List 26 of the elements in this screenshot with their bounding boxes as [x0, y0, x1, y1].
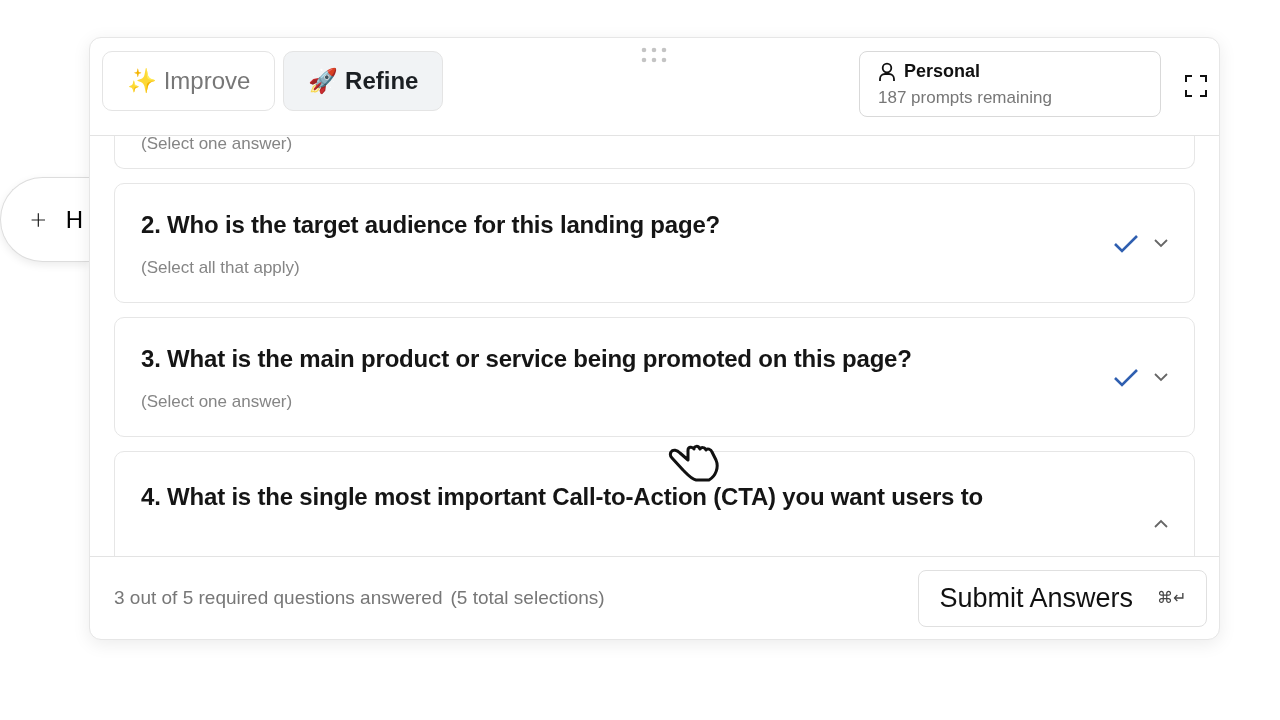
- user-icon: [878, 61, 896, 82]
- question-card[interactable]: 2. Who is the target audience for this landing page? (Select all that apply): [114, 183, 1195, 303]
- question-hint: (Select all that apply): [141, 256, 301, 279]
- chevron-icon[interactable]: [1154, 239, 1168, 248]
- question-title: 4. What is the single most important Call-to-Action (CTA) you want users to: [141, 482, 983, 512]
- question-hint: (Select one answer): [141, 136, 293, 156]
- question-title: 2. Who is the target audience for this landing page?: [141, 209, 720, 240]
- chevron-icon[interactable]: [1154, 519, 1168, 528]
- shortcut-hint: ⌘↵: [1157, 588, 1186, 608]
- question-card[interactable]: (Select one answer): [114, 136, 1195, 169]
- progress-text: 3 out of 5 required questions answered: [114, 585, 443, 610]
- prompts-remaining: 187 prompts remaining: [878, 87, 1053, 109]
- add-button[interactable]: H: [0, 177, 89, 262]
- account-button[interactable]: Personal 187 prompts remaining: [859, 51, 1161, 117]
- account-name: Personal: [904, 60, 981, 83]
- question-title: 3. What is the main product or service being promoted on this page?: [141, 343, 912, 374]
- mode-tab[interactable]: 🚀 Refine: [283, 51, 444, 111]
- chevron-icon[interactable]: [1154, 373, 1168, 382]
- selections-count: (5 total selections): [450, 585, 605, 610]
- fullscreen-icon[interactable]: [1185, 75, 1207, 97]
- question-hint: (Select one answer): [141, 390, 294, 413]
- question-card[interactable]: 3. What is the main product or service being promoted on this page? (Select one answer): [114, 317, 1195, 437]
- button-label: H: [65, 204, 83, 235]
- submit-button[interactable]: Submit Answers ⌘↵: [918, 569, 1207, 627]
- question-card[interactable]: 4. What is the single most important Call-to-Action (CTA) you want users to: [114, 451, 1195, 556]
- mode-tab[interactable]: ✨ Improve: [102, 51, 276, 111]
